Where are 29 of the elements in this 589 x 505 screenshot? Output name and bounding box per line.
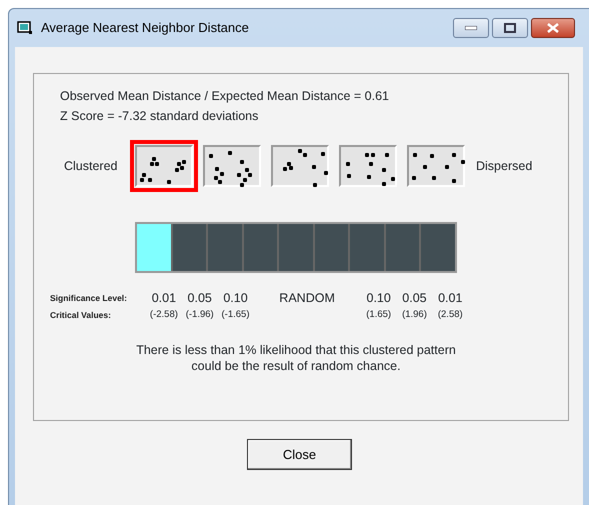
close-window-button[interactable] bbox=[531, 18, 575, 38]
minimize-button[interactable] bbox=[453, 18, 489, 38]
minimize-icon bbox=[465, 26, 477, 30]
conclusion-text: There is less than 1% likelihood that this clustered pattern could be the result of random chance. bbox=[135, 342, 457, 374]
close-icon bbox=[547, 23, 559, 33]
ratio-text: Observed Mean Distance / Expected Mean Distance = 0.61 bbox=[60, 88, 390, 105]
maximize-button[interactable] bbox=[492, 18, 528, 38]
significance-value: 0.01 bbox=[437, 290, 464, 307]
significance-value: 0.10 bbox=[222, 290, 249, 307]
critical-value: (1.65) bbox=[365, 308, 392, 322]
window-title: Average Nearest Neighbor Distance bbox=[41, 19, 249, 38]
significance-value: 0.01 bbox=[150, 290, 178, 307]
dispersed-label: Dispersed bbox=[476, 158, 532, 175]
significance-value: 0.05 bbox=[401, 290, 428, 307]
z-score-text: Z Score = -7.32 standard deviations bbox=[60, 108, 260, 125]
significance-value: 0.05 bbox=[186, 290, 213, 307]
critical-values-label: Critical Values: bbox=[50, 308, 112, 322]
critical-value: (1.96) bbox=[401, 308, 428, 322]
close-button[interactable]: Close bbox=[247, 439, 352, 470]
clustered-label: Clustered bbox=[63, 158, 118, 175]
random-label: RANDOM bbox=[278, 290, 336, 307]
critical-value: (-1.65) bbox=[220, 308, 250, 322]
critical-value: (-2.58) bbox=[148, 308, 179, 322]
critical-value: (-1.96) bbox=[184, 308, 215, 322]
critical-value: (2.58) bbox=[436, 308, 464, 322]
maximize-icon bbox=[504, 23, 516, 33]
significance-value: 0.10 bbox=[366, 290, 392, 307]
window-icon bbox=[17, 21, 33, 35]
significance-level-label: Significance Level: bbox=[50, 292, 128, 305]
